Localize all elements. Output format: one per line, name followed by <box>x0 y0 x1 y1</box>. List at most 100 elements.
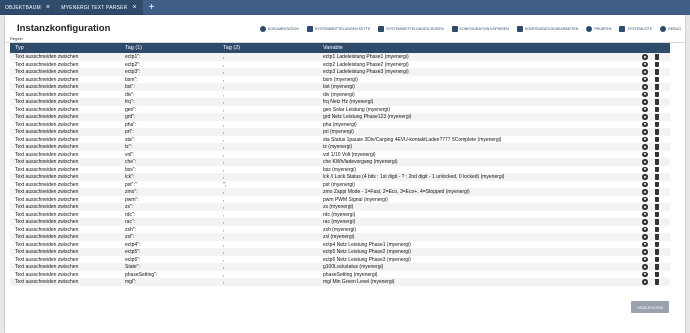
trash-icon[interactable] <box>655 121 659 128</box>
gear-icon[interactable] <box>642 234 648 240</box>
gear-icon[interactable] <box>642 256 648 263</box>
table-row[interactable]: Text ausschneiden zwischen ectp5":, ectp5 … <box>10 248 670 256</box>
close-icon[interactable]: × <box>132 4 136 11</box>
tool-check[interactable]: PRUEFEN <box>586 26 611 32</box>
gear-icon[interactable] <box>642 219 648 225</box>
trash-icon[interactable] <box>655 219 659 225</box>
trash-icon[interactable] <box>655 159 659 165</box>
gear-icon[interactable] <box>642 144 648 150</box>
gear-icon[interactable] <box>642 84 648 90</box>
trash-icon[interactable] <box>655 234 659 240</box>
table-row[interactable]: Text ausschneiden zwischen grd":, grd Netz… <box>10 113 670 121</box>
table-row[interactable]: Text ausschneiden zwischen pst":" ", pst (m… <box>10 181 670 189</box>
table-row[interactable]: Text ausschneiden zwischen mgl":, mgl Min … <box>10 278 670 286</box>
table-row[interactable]: Text ausschneiden zwischen phaseSetting":… <box>10 271 670 279</box>
table-row[interactable]: Text ausschneiden zwischen rdc":, rdc (mye… <box>10 211 670 219</box>
table-row[interactable]: Text ausschneiden zwischen zs":, zs (myene… <box>10 203 670 211</box>
table-row[interactable]: Text ausschneiden zwischen ectp1":, ectp1 … <box>10 53 670 61</box>
trash-icon[interactable] <box>655 196 659 203</box>
trash-icon[interactable] <box>655 174 659 180</box>
trash-icon[interactable] <box>655 271 659 278</box>
tool-documentation[interactable]: DOKUMENTATION <box>259 26 299 32</box>
gear-icon[interactable] <box>642 181 648 188</box>
table-row[interactable]: Text ausschneiden zwischen rac":, rac (mye… <box>10 218 670 226</box>
gear-icon[interactable] <box>642 114 648 120</box>
trash-icon[interactable] <box>655 76 659 83</box>
table-row[interactable]: Text ausschneiden zwischen bst":, bst (mye… <box>10 83 670 91</box>
table-row[interactable]: Text ausschneiden zwischen div":, div (mye… <box>10 91 670 99</box>
gear-icon[interactable] <box>642 249 648 255</box>
gear-icon[interactable] <box>642 76 648 83</box>
gear-icon[interactable] <box>642 264 648 270</box>
table-row[interactable]: Text ausschneiden zwischen frq":, frq Netz… <box>10 98 670 106</box>
add-button[interactable]: HINZUFÜGEN <box>631 301 669 313</box>
gear-icon[interactable] <box>642 151 648 158</box>
table-row[interactable]: Text ausschneiden zwischen sta":, sta Stat… <box>10 136 670 144</box>
trash-icon[interactable] <box>655 249 659 255</box>
trash-icon[interactable] <box>655 129 659 135</box>
gear-icon[interactable] <box>642 279 648 285</box>
table-row[interactable]: Text ausschneiden zwischen zmo":, zmo Zapp… <box>10 188 670 196</box>
table-row[interactable]: Text ausschneiden zwischen lck":, lck // L… <box>10 173 670 181</box>
close-icon[interactable]: × <box>46 4 50 11</box>
trash-icon[interactable] <box>655 91 659 98</box>
trash-icon[interactable] <box>655 211 659 218</box>
add-tab-button[interactable]: + <box>143 0 161 15</box>
tab-myenergi-text-parser[interactable]: MYENERGI TEXT PARSER × <box>56 0 143 15</box>
gear-icon[interactable] <box>642 189 648 195</box>
tool-system-messages-chain[interactable]: SYSTEMMEITTELUNGEN KETTE <box>306 26 370 32</box>
gear-icon[interactable] <box>642 54 648 60</box>
trash-icon[interactable] <box>655 69 659 75</box>
trash-icon[interactable] <box>655 256 659 263</box>
table-row[interactable]: Text ausschneiden zwischen ectp6":, ectp6 … <box>10 256 670 264</box>
tool-system-messages-show[interactable]: SYSTEMMEITTELUNGEN ZEIGEN <box>378 26 444 32</box>
gear-icon[interactable] <box>642 211 648 218</box>
table-row[interactable]: Text ausschneiden zwischen gen":, gen Sola… <box>10 106 670 114</box>
table-row[interactable]: Text ausschneiden zwischen pri":, pri (mye… <box>10 128 670 136</box>
gear-icon[interactable] <box>642 136 648 143</box>
trash-icon[interactable] <box>655 106 659 113</box>
table-row[interactable]: Text ausschneiden zwischen zsh":, zsh (mye… <box>10 226 670 234</box>
trash-icon[interactable] <box>655 279 659 285</box>
table-row[interactable]: Text ausschneiden zwischen ectp4":, ectp4 … <box>10 241 670 249</box>
trash-icon[interactable] <box>655 189 659 195</box>
table-row[interactable]: Text ausschneiden zwischen State":, g100Lo… <box>10 263 670 271</box>
trash-icon[interactable] <box>655 99 659 105</box>
trash-icon[interactable] <box>655 264 659 270</box>
gear-icon[interactable] <box>642 91 648 98</box>
gear-icon[interactable] <box>642 129 648 135</box>
table-row[interactable]: Text ausschneiden zwischen tz":, tz (myene… <box>10 143 670 151</box>
tool-debug[interactable]: DEBUG <box>660 26 681 32</box>
trash-icon[interactable] <box>655 84 659 90</box>
trash-icon[interactable] <box>655 54 659 60</box>
trash-icon[interactable] <box>655 181 659 188</box>
trash-icon[interactable] <box>655 166 659 173</box>
trash-icon[interactable] <box>655 151 659 158</box>
table-row[interactable]: Text ausschneiden zwischen bsm":, bsm (mye… <box>10 76 670 84</box>
trash-icon[interactable] <box>655 61 659 68</box>
gear-icon[interactable] <box>642 69 648 75</box>
trash-icon[interactable] <box>655 204 659 210</box>
gear-icon[interactable] <box>642 174 648 180</box>
tool-edit-config[interactable]: KONFIGURATION BEARBEITEN <box>516 26 578 32</box>
table-row[interactable]: Text ausschneiden zwischen vol":, vol 1/10… <box>10 151 670 159</box>
gear-icon[interactable] <box>642 226 648 233</box>
tab-objektbaum[interactable]: OBJEKTBAUM × <box>0 0 57 15</box>
gear-icon[interactable] <box>642 166 648 173</box>
tool-system-list[interactable]: SYSTEMLISTE <box>619 26 652 32</box>
gear-icon[interactable] <box>642 271 648 278</box>
trash-icon[interactable] <box>655 226 659 233</box>
table-row[interactable]: Text ausschneiden zwischen ectp2":, ectp2 … <box>10 61 670 69</box>
gear-icon[interactable] <box>642 99 648 105</box>
trash-icon[interactable] <box>655 241 659 248</box>
table-row[interactable]: Text ausschneiden zwischen ectp3":, ectp3 … <box>10 68 670 76</box>
table-row[interactable]: Text ausschneiden zwischen che":, che KWh/… <box>10 158 670 166</box>
table-row[interactable]: Text ausschneiden zwischen pha":, pha (mye… <box>10 121 670 129</box>
gear-icon[interactable] <box>642 196 648 203</box>
gear-icon[interactable] <box>642 61 648 68</box>
table-row[interactable]: Text ausschneiden zwischen zsl":, zsl (mye… <box>10 233 670 241</box>
gear-icon[interactable] <box>642 121 648 128</box>
gear-icon[interactable] <box>642 159 648 165</box>
table-row[interactable]: Text ausschneiden zwischen bss":, bss (mye… <box>10 166 670 174</box>
tool-copy-config[interactable]: KONFIGURATION KOPIEREN <box>451 26 509 32</box>
